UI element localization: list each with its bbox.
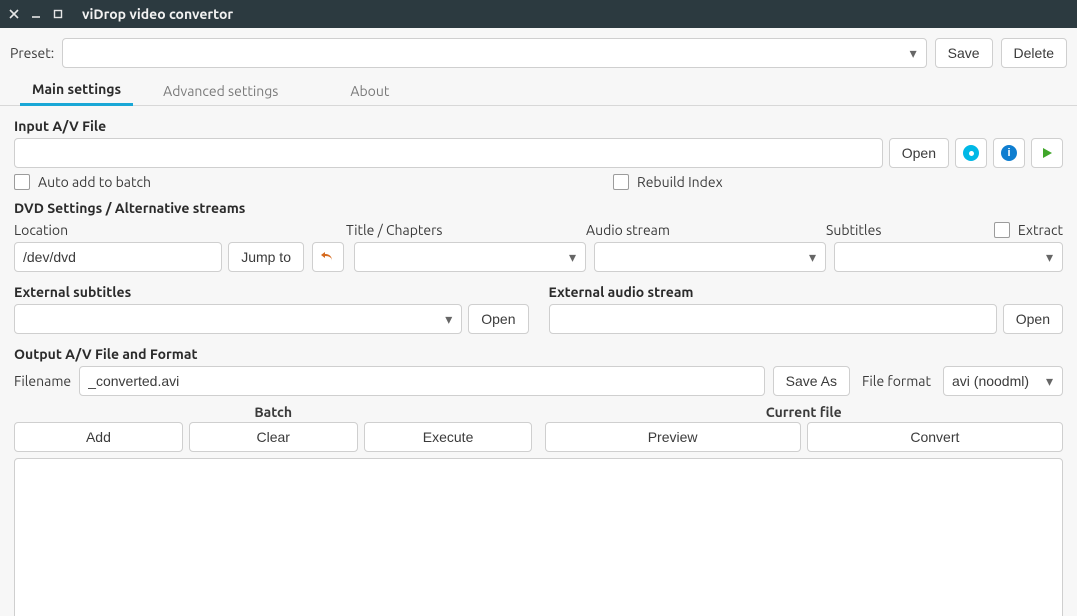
output-title: Output A/V File and Format [14,340,1063,366]
tabs: Main settings Advanced settings About [0,78,1077,106]
audio-stream-label: Audio stream [586,222,818,238]
current-file-title: Current file [545,404,1064,422]
tab-advanced-settings[interactable]: Advanced settings [151,77,290,105]
extract-checkbox[interactable]: Extract [994,222,1063,238]
convert-button[interactable]: Convert [807,422,1063,452]
info-icon: i [1001,145,1017,161]
ext-audio-input[interactable] [549,304,997,334]
auto-add-checkbox[interactable]: Auto add to batch [14,174,151,190]
input-av-title: Input A/V File [14,112,1063,138]
checkbox-icon [14,174,30,190]
rebuild-index-checkbox[interactable]: Rebuild Index [613,174,1063,190]
main-settings-panel: Input A/V File Open i Auto add to batch … [0,106,1077,452]
preset-bar: Preset: ▾ Save Delete [0,28,1077,78]
preset-save-button[interactable]: Save [935,38,993,68]
location-label: Location [14,222,338,238]
file-format-label: File format [858,373,935,389]
minimize-icon[interactable] [30,8,42,20]
jump-to-button[interactable]: Jump to [228,242,304,272]
file-format-select[interactable]: avi (noodml) [943,366,1063,396]
record-button[interactable] [955,138,987,168]
play-button[interactable] [1031,138,1063,168]
dvd-location-input[interactable] [14,242,222,272]
extract-label: Extract [1018,222,1063,238]
filename-label: Filename [14,373,71,389]
audio-stream-select[interactable] [594,242,826,272]
info-button[interactable]: i [993,138,1025,168]
preset-label: Preset: [10,45,54,61]
close-icon[interactable] [8,8,20,20]
tab-about[interactable]: About [338,77,401,105]
batch-add-button[interactable]: Add [14,422,183,452]
undo-icon [320,249,336,265]
ext-subs-open-button[interactable]: Open [468,304,528,334]
window-titlebar: viDrop video convertor [0,0,1077,28]
tab-main-settings[interactable]: Main settings [20,75,133,106]
batch-execute-button[interactable]: Execute [364,422,533,452]
ext-subs-title: External subtitles [14,278,529,304]
input-open-button[interactable]: Open [889,138,949,168]
dvd-title: DVD Settings / Alternative streams [14,194,1063,220]
input-av-path[interactable] [14,138,883,168]
title-chapters-label: Title / Chapters [346,222,578,238]
ext-audio-title: External audio stream [549,278,1064,304]
batch-title: Batch [14,404,533,422]
save-as-button[interactable]: Save As [773,366,850,396]
ext-subs-select[interactable] [14,304,462,334]
record-icon [963,145,979,161]
batch-clear-button[interactable]: Clear [189,422,358,452]
window-title: viDrop video convertor [82,6,233,22]
subtitles-label: Subtitles [826,222,988,238]
preset-select[interactable] [62,38,926,68]
play-icon [1040,146,1054,160]
maximize-icon[interactable] [52,8,64,20]
checkbox-icon [613,174,629,190]
ext-audio-open-button[interactable]: Open [1003,304,1063,334]
preset-delete-button[interactable]: Delete [1001,38,1067,68]
auto-add-label: Auto add to batch [38,174,151,190]
rebuild-index-label: Rebuild Index [637,174,723,190]
output-log-pane[interactable] [14,458,1063,616]
title-chapters-select[interactable] [354,242,586,272]
undo-button[interactable] [312,242,344,272]
filename-input[interactable] [79,366,764,396]
checkbox-icon [994,222,1010,238]
subtitles-select[interactable] [834,242,1063,272]
preview-button[interactable]: Preview [545,422,801,452]
